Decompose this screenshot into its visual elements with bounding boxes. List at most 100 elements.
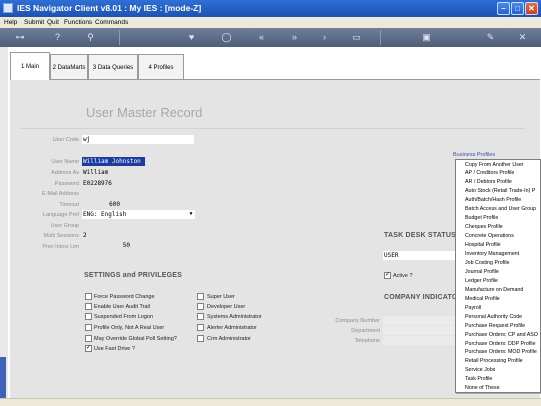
dropdown-item[interactable]: Personal Authority Code bbox=[465, 314, 522, 320]
language-label: Language Pref bbox=[42, 212, 79, 218]
search-icon[interactable]: ⚲ bbox=[84, 31, 97, 44]
email-field[interactable] bbox=[82, 189, 145, 198]
override-global-poll-label: May Override Global Poll Setting? bbox=[94, 336, 177, 342]
dropdown-item[interactable]: Journal Profile bbox=[465, 269, 499, 275]
tab-main[interactable]: 1 Main bbox=[10, 52, 50, 80]
user-group-label: User Group bbox=[50, 223, 79, 229]
alerter-administrator-label: Alerter Administrator bbox=[207, 325, 257, 331]
close-button[interactable]: ✕ bbox=[525, 2, 538, 15]
timeout-field[interactable]: 600 bbox=[82, 200, 122, 209]
dropdown-item[interactable]: Cheques Profile bbox=[465, 224, 503, 230]
dropdown-item[interactable]: Budget Profile bbox=[465, 215, 498, 221]
dropdown-item[interactable]: Service Jobs bbox=[465, 367, 495, 373]
use-fast-drive-label: Use Fast Drive ? bbox=[94, 346, 135, 352]
dropdown-item[interactable]: Purchase Orders: MOD Profile bbox=[465, 349, 537, 355]
enable-audit-trail-checkbox[interactable] bbox=[85, 303, 92, 310]
prev-inbox-lim-field[interactable]: 50 bbox=[82, 241, 132, 250]
tab-profiles[interactable]: 4 Profiles bbox=[138, 54, 184, 80]
minimize-button[interactable]: – bbox=[497, 2, 510, 15]
suspended-from-logon-label: Suspended From Logon bbox=[94, 314, 154, 320]
dropdown-item[interactable]: Retail Processing Profile bbox=[465, 358, 523, 364]
toolbar: ⊶ ? ⚲ ♥ ◯ « » › ▭ ▣ ✎ ✕ bbox=[0, 28, 541, 47]
dropdown-item[interactable]: Ledger Profile bbox=[465, 278, 498, 284]
prev-inbox-lim-label: Prev Inbox Lim bbox=[42, 244, 79, 250]
tab-datamarts[interactable]: 2 DataMarts bbox=[50, 54, 88, 80]
crm-administrator-label: Crm Administrator bbox=[207, 336, 252, 342]
dropdown-item[interactable]: None of These bbox=[465, 385, 500, 391]
dropdown-item[interactable]: Batch Access and User Group bbox=[465, 206, 536, 212]
user-name-label: User Name bbox=[51, 159, 79, 165]
crm-administrator-checkbox[interactable] bbox=[197, 335, 204, 342]
settings-title: SETTINGS and PRIVILEGES bbox=[84, 272, 182, 279]
super-user-checkbox[interactable] bbox=[197, 293, 204, 300]
user-group-field[interactable] bbox=[82, 221, 145, 230]
multi-sessions-label: Multi Sessions bbox=[43, 233, 79, 239]
lock-icon[interactable]: ▣ bbox=[420, 31, 433, 44]
address-as-field[interactable]: William bbox=[82, 168, 145, 177]
heading-divider bbox=[20, 128, 525, 129]
department-field[interactable] bbox=[383, 326, 455, 335]
force-password-change-label: Force Password Change bbox=[94, 294, 155, 300]
company-number-field[interactable] bbox=[383, 316, 455, 325]
menu-quit[interactable]: Quit bbox=[47, 17, 59, 28]
refresh-icon[interactable]: ◯ bbox=[220, 31, 233, 44]
next-icon[interactable]: › bbox=[318, 31, 331, 44]
dropdown-item[interactable]: Hospital Profile bbox=[465, 242, 501, 248]
tab-data-queries[interactable]: 3 Data Queries bbox=[88, 54, 138, 80]
dropdown-item[interactable]: Purchase Orders: CP and ASO bbox=[465, 332, 538, 338]
force-password-change-checkbox[interactable] bbox=[85, 293, 92, 300]
telephone-field[interactable] bbox=[383, 336, 455, 345]
department-label: Department bbox=[351, 328, 380, 334]
profile-only-checkbox[interactable] bbox=[85, 324, 92, 331]
systems-administrator-label: Systems Administrator bbox=[207, 314, 262, 320]
user-name-field[interactable]: William Johnston bbox=[82, 157, 145, 166]
developer-user-checkbox[interactable] bbox=[197, 303, 204, 310]
menu-commands[interactable]: Commands bbox=[95, 17, 128, 28]
dropdown-item[interactable]: Job Costing Profile bbox=[465, 260, 509, 266]
dropdown-item[interactable]: Medical Profile bbox=[465, 296, 500, 302]
dropdown-item[interactable]: Task Profile bbox=[465, 376, 492, 382]
dropdown-item[interactable]: Auth/Batch/Hash Profile bbox=[465, 197, 521, 203]
override-global-poll-checkbox[interactable] bbox=[85, 335, 92, 342]
heart-icon[interactable]: ♥ bbox=[185, 31, 198, 44]
dropdown-item[interactable]: AR / Debtors Profile bbox=[465, 179, 512, 185]
first-icon[interactable]: « bbox=[255, 31, 268, 44]
password-field[interactable]: E0228976 bbox=[82, 179, 145, 188]
key-icon[interactable]: ⊶ bbox=[8, 31, 32, 44]
active-checkbox[interactable]: ✓ bbox=[384, 272, 391, 279]
dropdown-item[interactable]: Inventory Management bbox=[465, 251, 519, 257]
help-icon[interactable]: ? bbox=[51, 31, 64, 44]
dropdown-item[interactable]: Copy From Another User bbox=[465, 162, 524, 168]
language-select[interactable]: ENG: English ▼ bbox=[82, 210, 195, 219]
dropdown-item[interactable]: AP / Creditors Profile bbox=[465, 170, 514, 176]
chevron-down-icon[interactable]: ▼ bbox=[187, 210, 195, 219]
tab-strip: 1 Main 2 DataMarts 3 Data Queries 4 Prof… bbox=[10, 52, 540, 80]
company-number-label: Company Number bbox=[335, 318, 380, 324]
alerter-administrator-checkbox[interactable] bbox=[197, 324, 204, 331]
left-strip bbox=[0, 47, 8, 402]
use-fast-drive-checkbox[interactable]: ✓ bbox=[85, 345, 92, 352]
dropdown-item[interactable]: Auto Stock (Retail Trade-In) P bbox=[465, 188, 535, 194]
last-icon[interactable]: » bbox=[288, 31, 301, 44]
dropdown-item[interactable]: Purchase Orders: DDP Profile bbox=[465, 341, 536, 347]
dropdown-item[interactable]: Concrete Operations bbox=[465, 233, 514, 239]
suspended-from-logon-checkbox[interactable] bbox=[85, 313, 92, 320]
print-icon[interactable]: ▭ bbox=[350, 31, 363, 44]
user-code-field[interactable]: wj bbox=[82, 135, 194, 144]
password-label: Password bbox=[54, 181, 79, 187]
business-profiles-link[interactable]: Business Profiles bbox=[453, 152, 495, 158]
multi-sessions-field[interactable]: 2 bbox=[82, 231, 102, 240]
toolbar-close-icon[interactable]: ✕ bbox=[516, 31, 529, 44]
systems-administrator-checkbox[interactable] bbox=[197, 313, 204, 320]
dropdown-item[interactable]: Manufacture on Demand bbox=[465, 287, 523, 293]
menu-help[interactable]: Help bbox=[4, 17, 17, 28]
user-code-label: User Code bbox=[52, 137, 79, 143]
company-indicator-title: COMPANY INDICATOR bbox=[384, 294, 463, 301]
menu-functions[interactable]: Functions bbox=[64, 17, 92, 28]
task-desk-select[interactable]: USER bbox=[383, 251, 455, 260]
dropdown-item[interactable]: Purchase Request Profile bbox=[465, 323, 525, 329]
dropdown-item[interactable]: Payroll bbox=[465, 305, 481, 311]
maximize-button[interactable]: □ bbox=[511, 2, 524, 15]
menu-submit[interactable]: Submit bbox=[24, 17, 44, 28]
edit-icon[interactable]: ✎ bbox=[484, 31, 497, 44]
